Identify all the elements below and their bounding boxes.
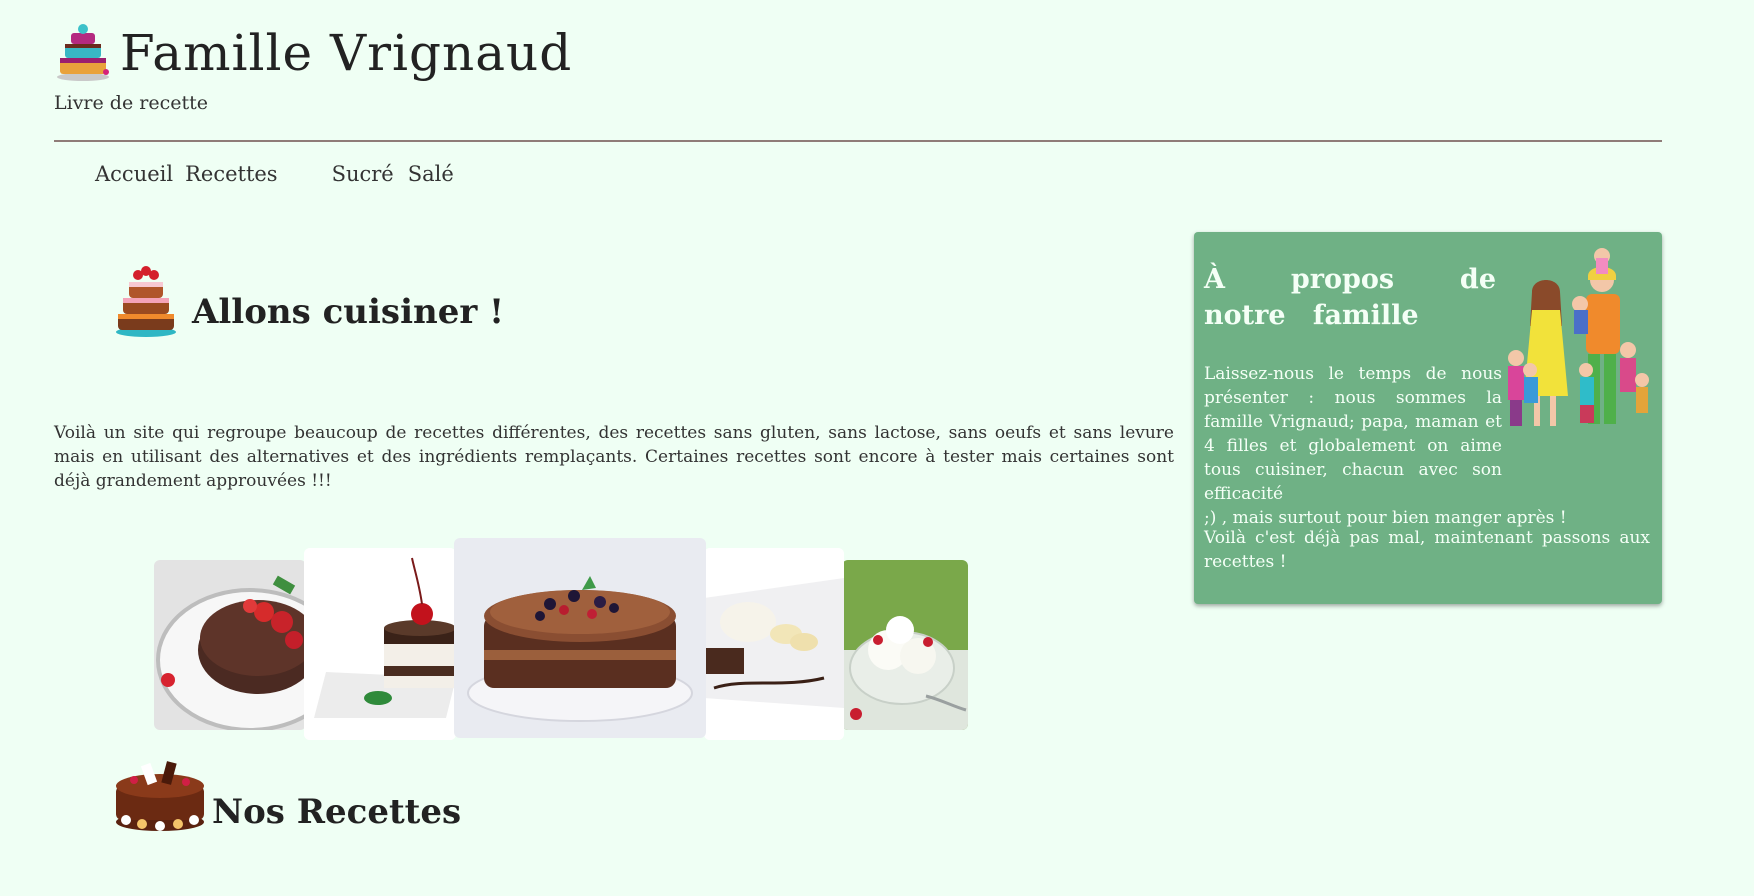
gallery-photo-chocolate-layer-cake[interactable] <box>454 538 706 738</box>
intro-paragraph: Voilà un site qui regroupe beaucoup de r… <box>54 423 1174 491</box>
about-paragraph-2: Voilà c'est déjà pas mal, maintenant pas… <box>1204 528 1650 572</box>
intro-heading: Allons cuisiner ! <box>114 262 504 338</box>
about-panel: À propos de notre famille Laissez-nous l… <box>1194 232 1662 604</box>
gallery-photo-black-forest[interactable] <box>304 548 456 740</box>
nav-item-accueil[interactable]: Accueil <box>95 162 173 186</box>
brand: Famille Vrignaud <box>54 22 572 82</box>
recipes-title: Nos Recettes <box>212 792 462 832</box>
gallery-photo-ice-cream[interactable] <box>842 560 968 730</box>
layered-cake-icon <box>116 266 176 337</box>
gallery-photo-plated-dessert[interactable] <box>704 548 844 740</box>
recipes-heading: Nos Recettes <box>114 760 461 832</box>
gallery-photo-chocolate-cake-berries[interactable] <box>154 560 306 730</box>
about-paragraph-1: Laissez-nous le temps de nous présenter … <box>1204 362 1660 530</box>
cake-logo-icon <box>57 24 109 81</box>
nav-item-sale[interactable]: Salé <box>408 162 454 186</box>
chocolate-cake-icon <box>116 761 204 831</box>
about-paragraph-1-justified: Laissez-nous le temps de nous présenter … <box>1204 364 1502 504</box>
about-paragraph-1-end: ;) , mais surtout pour bien manger après… <box>1204 508 1567 528</box>
nav-item-sucre[interactable]: Sucré <box>332 162 394 186</box>
site-tagline: Livre de recette <box>54 92 208 114</box>
intro-title: Allons cuisiner ! <box>192 292 505 332</box>
dessert-gallery[interactable] <box>154 538 970 740</box>
main-nav: Accueil Recettes Sucré Salé <box>95 162 454 186</box>
nav-item-recettes[interactable]: Recettes <box>185 162 278 186</box>
header-divider <box>54 140 1662 142</box>
site-title: Famille Vrignaud <box>120 24 573 82</box>
site-header: Famille Vrignaud Livre de recette <box>54 22 572 114</box>
about-title: À propos de notre famille <box>1204 264 1496 331</box>
